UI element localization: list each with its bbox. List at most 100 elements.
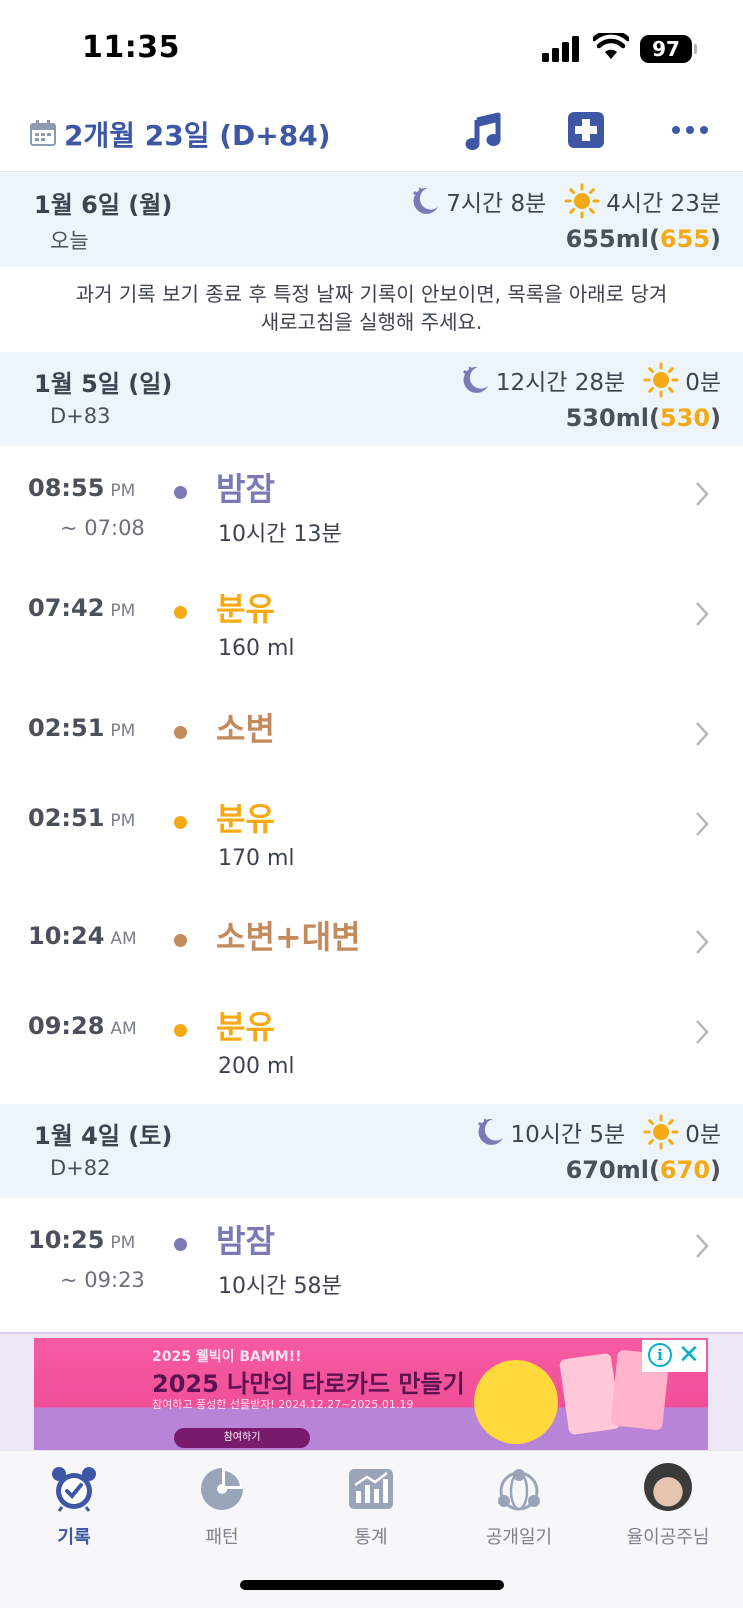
day-summary-header[interactable]: 1월 5일 (일) D+83 12시간 28분 0분 530ml(530)	[0, 352, 743, 446]
status-time: 11:35	[82, 30, 180, 65]
bar-chart-icon	[349, 1469, 393, 1509]
add-record-button[interactable]	[568, 112, 604, 148]
ad-line-1: 2025 웰빅이 BAMM!!	[152, 1349, 302, 1365]
day-summary-header[interactable]: 1월 6일 (월) 오늘 7시간 8분 4시간 23분 655ml(655)	[0, 173, 743, 267]
tab-label: 통계	[354, 1527, 388, 1548]
app-header: 2개월 23일 (D+84)	[0, 100, 743, 172]
record-row[interactable]: 09:28 AM 분유 200 ml	[0, 1008, 743, 1092]
record-row[interactable]: 02:51 PM 소변	[0, 710, 743, 774]
tab-records[interactable]: 기록	[4, 1461, 144, 1551]
total-ml: 655ml	[565, 225, 649, 253]
awake-duration: 0분	[685, 370, 721, 396]
sun-icon	[643, 362, 679, 398]
feeding-dot	[174, 816, 187, 829]
day-date: 1월 4일 (토)	[34, 1122, 173, 1150]
tab-profile[interactable]: 율이공주님	[598, 1461, 738, 1551]
chevron-right-icon	[696, 722, 709, 746]
notice-line-2: 새로고침을 실행해 주세요.	[260, 310, 483, 334]
globe-people-icon	[498, 1469, 540, 1511]
ad-banner-container: 2025 웰빅이 BAMM!! 2025 나만의 타로카드 만들기 참여하고 풍…	[0, 1332, 743, 1450]
sleep-duration: 12시간 28분	[495, 370, 626, 396]
day-date: 1월 6일 (월)	[34, 191, 173, 219]
ad-close-icon[interactable]: ✕	[678, 1340, 700, 1370]
sleep-dot	[174, 486, 187, 499]
day-feeding-total: 530ml(530)	[565, 404, 721, 432]
day-feeding-total: 655ml(655)	[565, 225, 721, 253]
sun-icon	[564, 183, 600, 219]
sleep-duration: 7시간 8분	[446, 191, 547, 217]
moon-icon	[413, 187, 439, 214]
moon-icon	[463, 366, 488, 393]
refresh-notice: 과거 기록 보기 종료 후 특정 날짜 기록이 안보이면, 목록을 아래로 당겨…	[0, 266, 743, 352]
record-end-time: ~ 09:23	[60, 1268, 145, 1292]
awake-duration: 0분	[685, 1122, 721, 1148]
day-sleep-stats: 7시간 8분 4시간 23분	[408, 183, 721, 219]
record-title: 분유	[216, 590, 275, 628]
chevron-right-icon	[696, 1234, 709, 1258]
sleep-dot	[174, 1238, 187, 1251]
record-time: 07:42 PM	[28, 594, 136, 622]
sleep-duration: 10시간 5분	[510, 1122, 626, 1148]
record-detail: 10시간 58분	[218, 1274, 342, 1299]
day-subtitle: 오늘	[50, 229, 89, 253]
day-summary-header[interactable]: 1월 4일 (토) D+82 10시간 5분 0분 670ml(670)	[0, 1104, 743, 1198]
page-title[interactable]: 2개월 23일 (D+84)	[64, 114, 331, 154]
record-row[interactable]: 07:42 PM 분유 160 ml	[0, 590, 743, 674]
battery-cap	[694, 44, 697, 54]
day-sleep-stats: 12시간 28분 0분	[458, 362, 721, 398]
sun-icon	[643, 1114, 679, 1150]
total-ml-highlight: 655	[659, 225, 711, 253]
tab-label: 공개일기	[485, 1527, 553, 1548]
record-end-time: ~ 07:08	[60, 516, 145, 540]
ad-banner[interactable]: 2025 웰빅이 BAMM!! 2025 나만의 타로카드 만들기 참여하고 풍…	[34, 1338, 708, 1450]
tab-statistics[interactable]: 통계	[301, 1461, 441, 1551]
day-date: 1월 5일 (일)	[34, 370, 173, 398]
music-note-icon[interactable]	[464, 112, 504, 152]
feeding-dot	[174, 606, 187, 619]
record-row[interactable]: 10:25 PM ~ 09:23 밤잠 10시간 58분	[0, 1222, 743, 1306]
total-ml: 530ml	[565, 404, 649, 432]
tab-label: 기록	[57, 1527, 91, 1548]
tab-label: 율이공주님	[626, 1527, 710, 1548]
cellular-signal-icon	[542, 36, 579, 62]
record-detail: 200 ml	[218, 1054, 295, 1079]
diaper-dot	[174, 726, 187, 739]
record-time: 08:55 PM	[28, 474, 136, 502]
record-detail: 170 ml	[218, 846, 295, 871]
record-row[interactable]: 10:24 AM 소변+대변	[0, 918, 743, 982]
chevron-right-icon	[696, 602, 709, 626]
tab-label: 패턴	[205, 1527, 239, 1548]
record-detail: 10시간 13분	[218, 522, 342, 547]
day-subtitle: D+83	[50, 404, 111, 428]
record-title: 소변+대변	[216, 918, 361, 956]
battery-icon: 97	[640, 35, 692, 63]
ad-cta-button[interactable]: 참여하기	[174, 1428, 310, 1448]
calendar-icon[interactable]	[30, 120, 56, 146]
chevron-right-icon	[696, 482, 709, 506]
pie-chart-icon	[201, 1468, 243, 1510]
diaper-dot	[174, 934, 187, 947]
ad-headline: 2025 나만의 타로카드 만들기	[152, 1370, 465, 1398]
alarm-clock-icon	[52, 1467, 96, 1512]
tab-pattern[interactable]: 패턴	[152, 1461, 292, 1551]
record-title: 분유	[216, 800, 275, 838]
record-title: 분유	[216, 1008, 275, 1046]
record-detail: 160 ml	[218, 636, 295, 661]
tab-public-diary[interactable]: 공개일기	[449, 1461, 589, 1551]
feeding-dot	[174, 1024, 187, 1037]
record-title: 밤잠	[216, 1222, 275, 1260]
more-options-icon[interactable]	[672, 118, 708, 142]
day-subtitle: D+82	[50, 1156, 111, 1180]
record-row[interactable]: 08:55 PM ~ 07:08 밤잠 10시간 13분	[0, 470, 743, 554]
total-ml-highlight: 530	[659, 404, 711, 432]
ad-info-icon[interactable]: i	[648, 1343, 672, 1367]
total-ml: 670ml	[565, 1156, 649, 1184]
chevron-right-icon	[696, 812, 709, 836]
home-indicator[interactable]	[240, 1580, 504, 1590]
record-time: 02:51 PM	[28, 804, 136, 832]
record-time: 10:25 PM	[28, 1226, 136, 1254]
day-feeding-total: 670ml(670)	[565, 1156, 721, 1184]
ad-line-3: 참여하고 풍성한 선물받자! 2024.12.27~2025.01.19	[152, 1398, 414, 1411]
status-bar: 11:35 97	[0, 0, 743, 100]
record-row[interactable]: 02:51 PM 분유 170 ml	[0, 800, 743, 884]
